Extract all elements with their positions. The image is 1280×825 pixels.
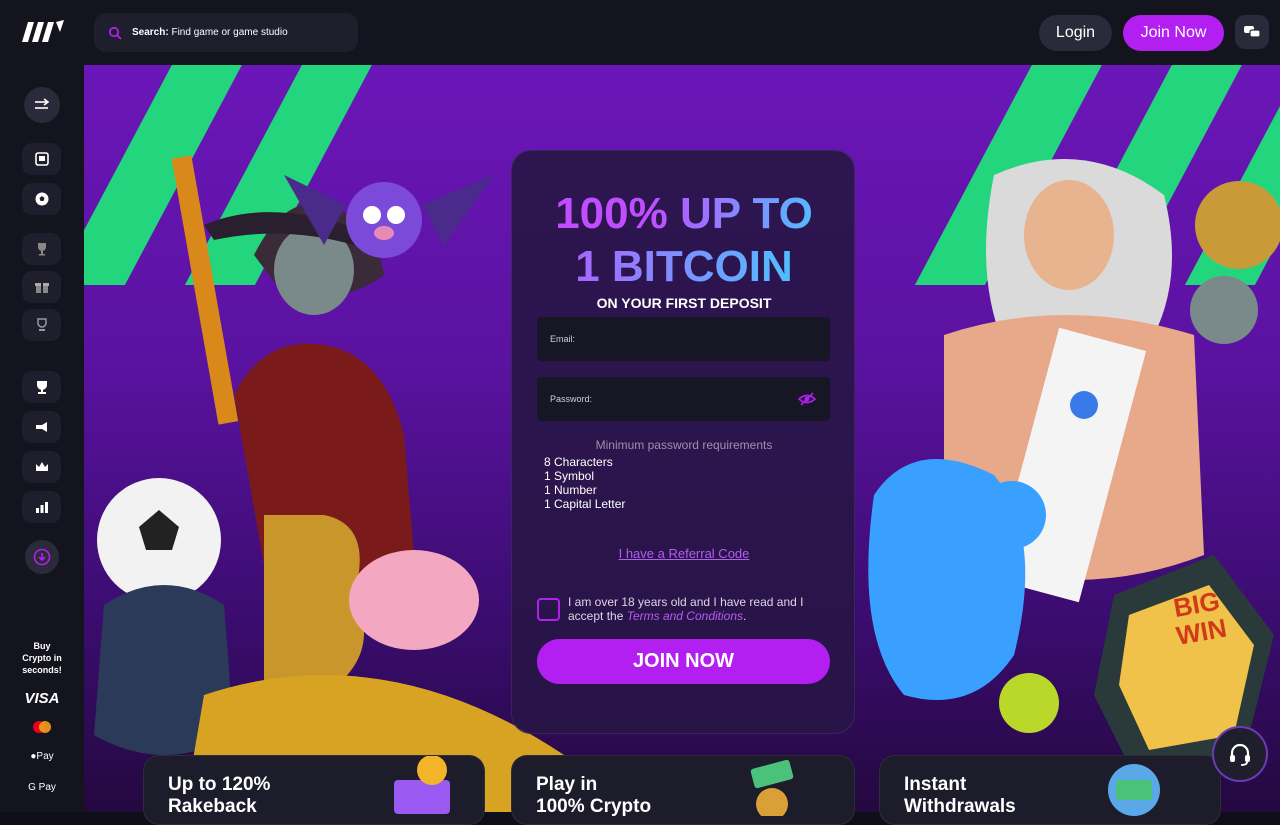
mastercard-logo <box>0 720 84 739</box>
feature-title: Instant Withdrawals <box>904 774 1016 818</box>
headline-line-1: 100% UP TO <box>512 187 856 240</box>
chat-icon <box>1244 26 1261 38</box>
feature-line: 100% Crypto <box>536 796 652 817</box>
wizard-character-illustration <box>94 155 564 812</box>
sidebar-item-vip[interactable] <box>22 309 61 341</box>
requirement-item: 8 Characters <box>544 455 613 469</box>
password-field[interactable]: Password: <box>537 377 830 421</box>
sidebar-item-tournaments[interactable] <box>22 233 61 265</box>
chat-button[interactable] <box>1235 15 1269 49</box>
feature-line: Play in <box>536 774 598 795</box>
feature-line: Instant <box>904 774 967 795</box>
requirement-item: 1 Capital Letter <box>544 497 626 511</box>
email-field[interactable]: Email: <box>537 317 830 361</box>
terms-text: I am over 18 years old and I have read a… <box>568 595 828 623</box>
promo-subheadline: ON YOUR FIRST DEPOSIT <box>596 295 772 311</box>
feature-card-rakeback: Up to 120% Rakeback <box>143 755 485 825</box>
coins-icon <box>394 756 450 814</box>
requirement-item: 1 Symbol <box>544 469 595 483</box>
headset-icon <box>1230 743 1250 766</box>
join-now-cta-button[interactable]: JOIN NOW <box>537 639 830 684</box>
support-chat-button[interactable] <box>1212 726 1268 782</box>
sidebar: Buy Crypto in seconds! VISA ●Pay G Pay <box>0 65 84 812</box>
crown-icon <box>35 462 48 471</box>
feature-title: Play in 100% Crypto <box>536 774 651 818</box>
sidebar-item-vip-club[interactable] <box>22 451 61 483</box>
search-placeholder[interactable]: Find game or game studio <box>171 27 287 38</box>
soccer-ball-icon <box>35 192 48 206</box>
feature-line: Withdrawals <box>904 796 1016 817</box>
buy-crypto-text[interactable]: Buy Crypto in seconds! <box>0 640 84 676</box>
search-bar[interactable]: Search: Find game or game studio <box>94 13 358 52</box>
zeus-character-illustration <box>868 159 1280 775</box>
expand-arrow-icon <box>35 98 50 109</box>
hide-password-icon[interactable] <box>798 391 816 407</box>
apple-pay-logo: ●Pay <box>0 751 84 762</box>
search-prefix: Search: <box>132 27 169 38</box>
email-placeholder: Email: <box>550 334 576 344</box>
trophy-icon <box>36 381 47 394</box>
feature-line: Up to 120% <box>168 774 271 795</box>
cup-icon <box>37 243 46 256</box>
feature-line: Rakeback <box>168 796 257 817</box>
feature-title: Up to 120% Rakeback <box>168 774 270 818</box>
promo-headline: 100% UP TO 1 BITCOIN <box>512 187 856 293</box>
trophy-outline-icon <box>36 318 47 331</box>
requirement-item: 1 Number <box>544 483 597 497</box>
login-button[interactable]: Login <box>1039 15 1112 51</box>
terms-suffix: . <box>743 609 747 623</box>
cash-cycle-icon <box>1108 764 1160 816</box>
feature-card-withdrawals: Instant Withdrawals <box>879 755 1221 825</box>
sidebar-item-slots[interactable] <box>22 143 61 175</box>
password-requirements-title: Minimum password requirements <box>595 438 773 452</box>
sidebar-expand-button[interactable] <box>24 87 60 123</box>
slot-machine-icon <box>34 152 49 166</box>
password-requirements-list: 8 Characters 1 Symbol 1 Number 1 Capital… <box>544 455 625 511</box>
sidebar-item-leaderboard[interactable] <box>22 491 61 523</box>
download-icon <box>33 548 51 566</box>
crypto-money-icon <box>750 759 794 816</box>
megaphone-icon <box>35 422 47 432</box>
gift-icon <box>34 283 49 293</box>
download-app-button[interactable] <box>25 540 59 574</box>
terms-checkbox[interactable] <box>537 598 560 621</box>
visa-logo: VISA <box>24 690 60 707</box>
sidebar-item-promotions[interactable] <box>22 271 61 303</box>
sidebar-item-announcements[interactable] <box>22 411 61 443</box>
apple-pay-label: Pay <box>36 751 54 762</box>
referral-code-link[interactable]: I have a Referral Code <box>512 546 856 561</box>
signup-card: 100% UP TO 1 BITCOIN ON YOUR FIRST DEPOS… <box>511 150 855 734</box>
feature-card-crypto: Play in 100% Crypto <box>511 755 855 825</box>
search-icon <box>108 26 122 39</box>
headline-line-2: 1 BITCOIN <box>512 240 856 293</box>
join-now-button[interactable]: Join Now <box>1123 15 1224 51</box>
sidebar-item-trophy[interactable] <box>22 371 61 403</box>
google-pay-logo: G Pay <box>28 782 56 793</box>
search-label: Search: Find game or game studio <box>132 27 288 38</box>
brand-logo[interactable] <box>20 18 66 44</box>
password-placeholder: Password: <box>550 394 593 404</box>
bar-chart-icon <box>35 502 48 513</box>
sidebar-item-sports[interactable] <box>22 183 61 215</box>
terms-link[interactable]: Terms and Conditions <box>627 609 743 623</box>
top-bar: Search: Find game or game studio Login J… <box>0 0 1280 65</box>
